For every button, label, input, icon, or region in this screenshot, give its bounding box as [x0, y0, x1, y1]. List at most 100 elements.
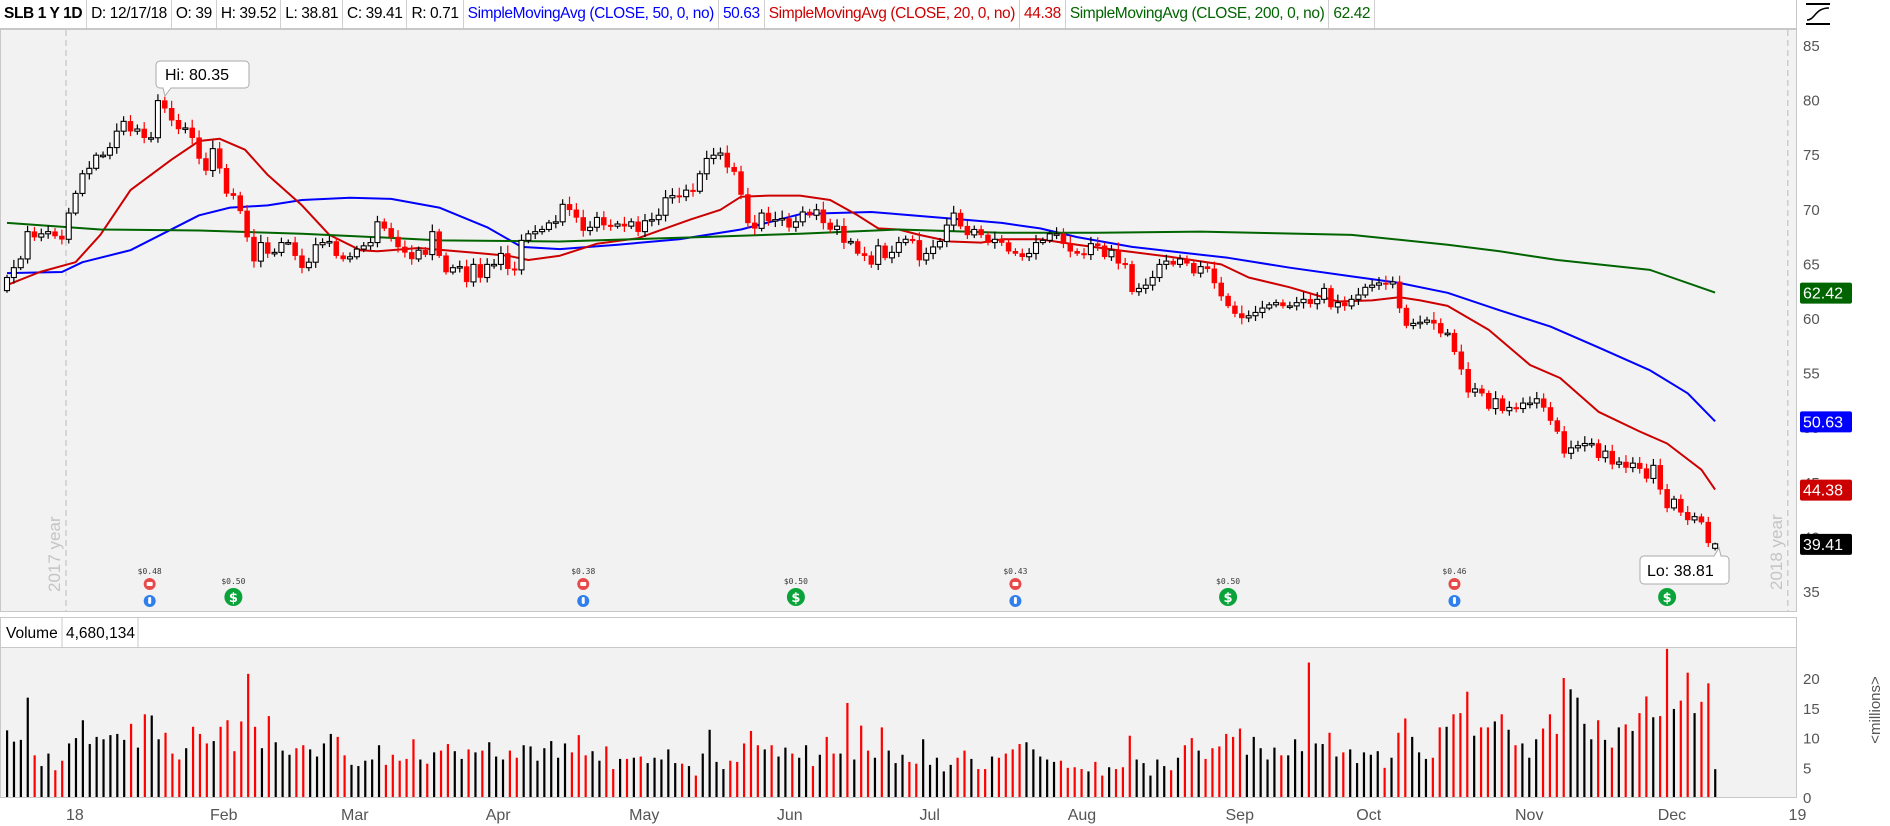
candle[interactable]	[154, 94, 161, 143]
volume-bar	[116, 733, 119, 797]
sma20-label[interactable]: SimpleMovingAvg (CLOSE, 20, 0, no)	[765, 0, 1021, 28]
candle-body	[1170, 260, 1176, 265]
sma50-label[interactable]: SimpleMovingAvg (CLOSE, 50, 0, no)	[464, 0, 719, 28]
candle-body	[1286, 305, 1293, 308]
volume-bar	[736, 761, 739, 797]
volume-bar	[1094, 761, 1097, 797]
date-readout: D: 12/17/18	[87, 0, 172, 28]
candle-body	[1540, 398, 1547, 408]
candle[interactable]	[1403, 304, 1410, 329]
volume-bar	[412, 739, 415, 797]
earnings-label: $0.43	[1003, 567, 1027, 576]
volume-tick-label: 0	[1803, 790, 1811, 807]
candle-body	[497, 252, 504, 265]
candle[interactable]	[1129, 260, 1135, 295]
candle[interactable]	[1451, 329, 1458, 355]
candle-body	[1334, 302, 1341, 308]
volume-bar	[749, 730, 753, 797]
volume-bar	[481, 750, 484, 797]
candle-body	[1568, 447, 1575, 454]
candle-body	[333, 241, 340, 256]
volume-bar	[1087, 771, 1090, 797]
candle[interactable]	[1486, 390, 1492, 411]
candle[interactable]	[436, 228, 442, 258]
candle-body	[539, 228, 546, 233]
candle-body	[86, 167, 93, 175]
candle-body	[154, 100, 161, 139]
candle[interactable]	[79, 170, 86, 197]
volume-bar	[1652, 717, 1655, 797]
candle-body	[1678, 498, 1684, 513]
candle-body	[813, 209, 820, 216]
volume-bar	[1555, 733, 1558, 797]
volume-bar	[1541, 728, 1545, 797]
volume-bar	[990, 756, 994, 797]
candle-body	[1451, 332, 1458, 353]
candle-body	[1122, 263, 1128, 266]
volume-bar	[1452, 714, 1455, 797]
stock-chart[interactable]: 2017 year 2018 year $0.48 $0.50 $ $0.38 $0.50…	[0, 0, 1890, 826]
symbol-label[interactable]: SLB 1 Y 1D	[0, 0, 88, 28]
candle[interactable]	[854, 238, 861, 256]
candle[interactable]	[3, 274, 11, 293]
volume-bar	[1665, 648, 1669, 797]
volume-bar	[233, 751, 236, 797]
price-tick-label: 55	[1803, 366, 1820, 383]
candle-body	[203, 158, 209, 171]
volume-bar	[1114, 769, 1118, 797]
candle-body	[1533, 398, 1540, 404]
volume-bar	[1225, 733, 1228, 797]
candle-body	[1328, 288, 1334, 308]
candle-body	[65, 212, 72, 240]
volume-bar	[1314, 743, 1317, 797]
x-tick-label: Aug	[1068, 807, 1096, 824]
candle[interactable]	[696, 170, 703, 194]
volume-bar	[1039, 756, 1042, 797]
candle[interactable]	[65, 207, 72, 244]
volume-bar	[694, 775, 697, 797]
candle-body	[621, 223, 628, 227]
candle[interactable]	[72, 190, 79, 216]
volume-bar	[708, 729, 711, 797]
dividend-label: $0.50	[1216, 577, 1240, 586]
chart-style-icon[interactable]	[1806, 3, 1830, 25]
volume-bar	[529, 746, 532, 797]
candle-body	[669, 195, 676, 199]
volume-bar	[1273, 747, 1276, 797]
volume-bar	[405, 758, 408, 797]
candle[interactable]	[93, 152, 100, 171]
candle-body	[463, 266, 470, 283]
volume-bar	[977, 769, 980, 797]
candle-body	[216, 148, 223, 169]
candle[interactable]	[518, 234, 525, 275]
candle[interactable]	[1328, 285, 1334, 310]
candle-body	[1616, 461, 1623, 465]
lo-label: Lo: 38.81	[1647, 563, 1714, 580]
candle-body	[456, 266, 463, 269]
candle-body	[971, 228, 978, 236]
last-price-badge-text: 39.41	[1803, 537, 1843, 554]
volume-bar	[763, 749, 766, 797]
candle-body	[1444, 332, 1451, 336]
candle-body	[415, 249, 422, 260]
candle-body	[1554, 420, 1561, 432]
candle-body	[1087, 243, 1094, 256]
candle[interactable]	[443, 252, 449, 275]
sma200-label[interactable]: SimpleMovingAvg (CLOSE, 200, 0, no)	[1066, 0, 1330, 28]
candle-body	[1643, 468, 1650, 479]
candle-body	[1602, 450, 1609, 459]
candle[interactable]	[24, 225, 31, 264]
volume-tick-label: 20	[1803, 671, 1820, 688]
candle-body	[745, 194, 751, 224]
volume-bar	[625, 758, 629, 797]
volume-bar	[398, 760, 401, 797]
dollar-glyph: $	[229, 591, 238, 606]
earnings-label: $0.48	[138, 567, 162, 576]
candle-body	[1032, 242, 1040, 255]
price-panel[interactable]	[0, 29, 1797, 612]
volume-bar	[1528, 757, 1531, 797]
candle-body	[1259, 307, 1266, 313]
candle[interactable]	[223, 164, 230, 197]
candle[interactable]	[758, 209, 765, 232]
volume-bar	[598, 760, 601, 797]
